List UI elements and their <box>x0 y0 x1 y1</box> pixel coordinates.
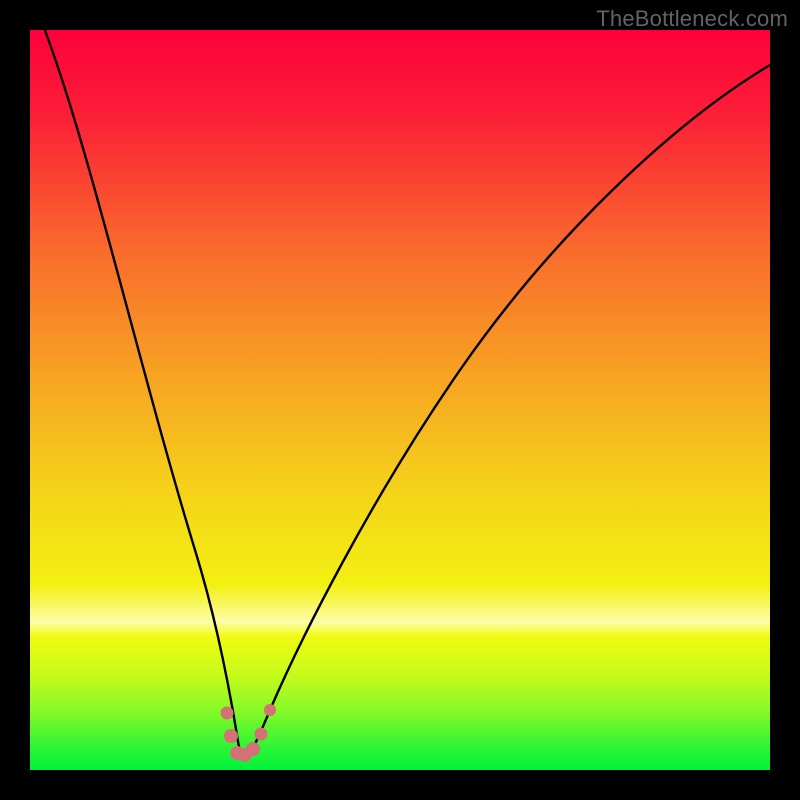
min-dot <box>264 704 276 716</box>
min-dot <box>246 742 260 756</box>
curve-path <box>45 30 770 757</box>
watermark-label: TheBottleneck.com <box>596 6 788 32</box>
min-dot <box>255 728 268 741</box>
min-dot <box>224 729 238 743</box>
bottleneck-curve <box>30 30 770 770</box>
chart-canvas: TheBottleneck.com <box>0 0 800 800</box>
min-dot <box>221 707 234 720</box>
plot-area <box>30 30 770 770</box>
